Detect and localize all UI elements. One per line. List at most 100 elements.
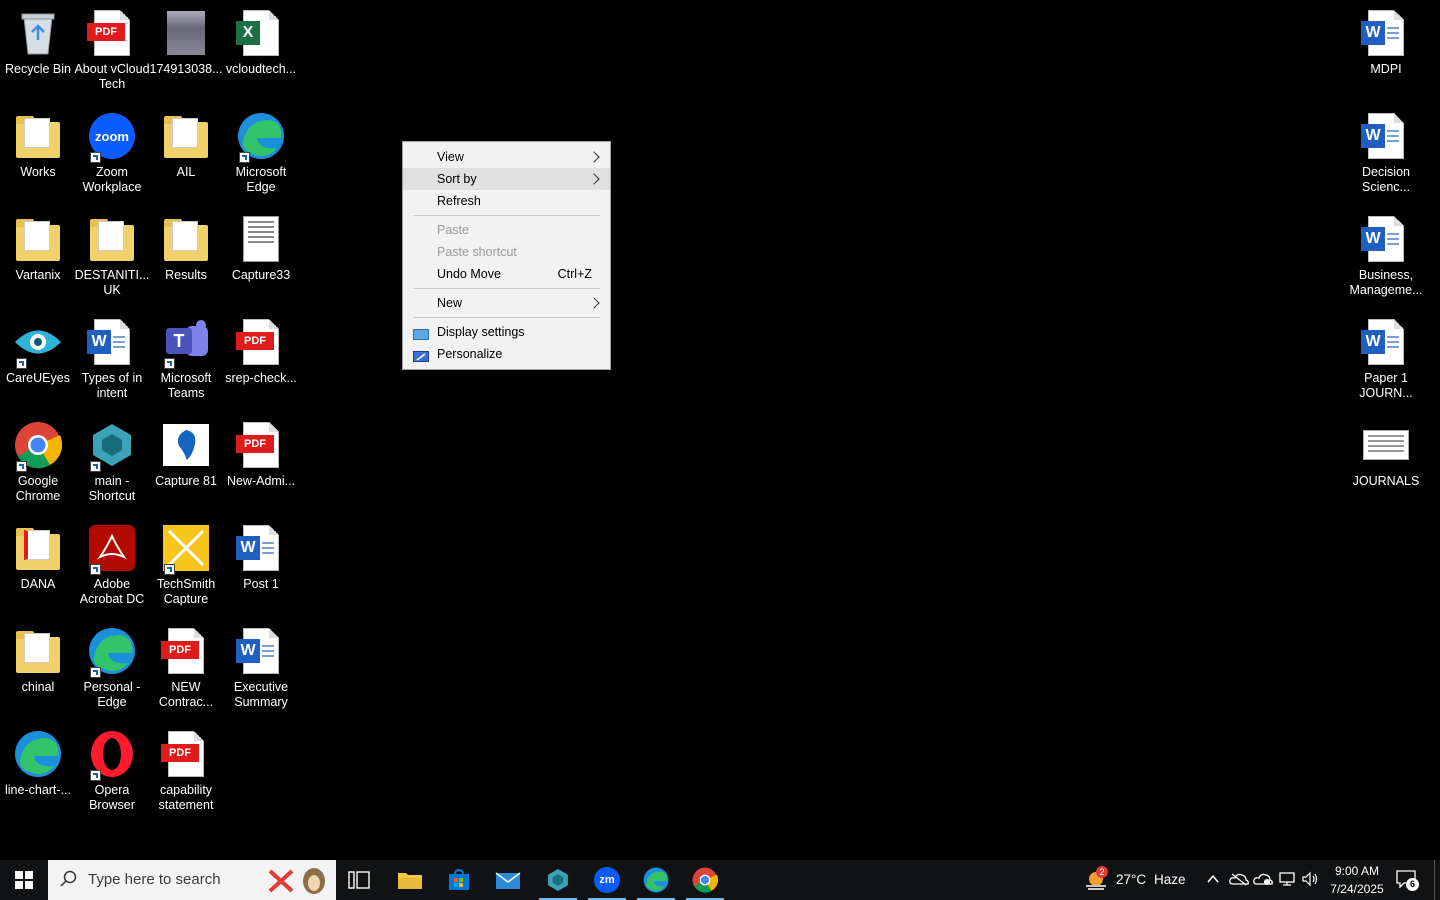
notification-count-badge: 6 bbox=[1406, 878, 1419, 891]
desktop-context-menu: View Sort by Refresh Paste Paste shortcu… bbox=[402, 141, 611, 370]
word-file-icon: W bbox=[1361, 317, 1411, 367]
word-file-icon: W bbox=[1361, 111, 1411, 161]
weather-widget[interactable]: 2 27°C Haze bbox=[1080, 860, 1192, 900]
taskbar-zoom[interactable]: zm bbox=[584, 860, 630, 900]
menu-item-new[interactable]: New bbox=[403, 292, 610, 314]
desktop-icon-works[interactable]: Works bbox=[0, 105, 76, 205]
shortcut-arrow-icon bbox=[239, 152, 250, 163]
menu-separator bbox=[413, 215, 600, 216]
show-desktop-button[interactable] bbox=[1434, 860, 1440, 900]
desktop-icon-ail[interactable]: AIL bbox=[148, 105, 224, 205]
desktop-icon-vartanix[interactable]: Vartanix bbox=[0, 208, 76, 308]
desktop-icon-label: JOURNALS bbox=[1352, 474, 1420, 488]
menu-item-label: Personalize bbox=[437, 347, 503, 361]
search-icon bbox=[60, 870, 78, 892]
folder-icon bbox=[398, 873, 422, 889]
desktop-icon-174913038[interactable]: 174913038... bbox=[148, 2, 224, 102]
folder-icon bbox=[87, 214, 137, 264]
desktop-icon-main-shortcut[interactable]: main - Shortcut bbox=[74, 414, 150, 514]
shortcut-arrow-icon bbox=[16, 461, 27, 472]
volume-icon[interactable] bbox=[1301, 871, 1319, 892]
taskbar-edge[interactable] bbox=[633, 860, 679, 900]
desktop-icon-careueyes[interactable]: CareUEyes bbox=[0, 311, 76, 411]
cloud-sync-icon[interactable] bbox=[1253, 872, 1273, 891]
desktop-icon-about-vcloud-tech[interactable]: PDF About vCloud Tech bbox=[74, 2, 150, 102]
desktop-icon-label: NEW Contrac... bbox=[158, 680, 214, 709]
desktop-icon-capability-statement[interactable]: PDF capability statement bbox=[148, 723, 224, 823]
desktop-icon-personal-edge[interactable]: Personal - Edge bbox=[74, 620, 150, 720]
notification-center-button[interactable]: 6 bbox=[1396, 870, 1419, 891]
chrome-icon bbox=[692, 867, 718, 893]
desktop-icon-srep-check[interactable]: PDF srep-check... bbox=[223, 311, 299, 411]
desktop-icon-chinal[interactable]: chinal bbox=[0, 620, 76, 720]
onedrive-icon[interactable] bbox=[1229, 872, 1249, 891]
desktop-icon-label: Executive Summary bbox=[233, 680, 289, 709]
task-view-button[interactable] bbox=[336, 860, 382, 900]
desktop-icon-label: About vCloud Tech bbox=[74, 62, 150, 91]
shortcut-arrow-icon bbox=[90, 152, 101, 163]
desktop-icon-types-of-in-intent[interactable]: W Types of in intent bbox=[74, 311, 150, 411]
desktop-icon-label: Works bbox=[20, 165, 56, 179]
app-icon bbox=[87, 420, 137, 472]
taskbar-file-explorer[interactable] bbox=[387, 860, 433, 900]
desktop-icon-paper-1-journ[interactable]: W Paper 1 JOURN... bbox=[1348, 311, 1424, 411]
taskbar-mail[interactable] bbox=[485, 860, 531, 900]
shortcut-arrow-icon bbox=[16, 358, 27, 369]
desktop-icon-journals[interactable]: JOURNALS bbox=[1348, 414, 1424, 514]
desktop-icon-results[interactable]: Results bbox=[148, 208, 224, 308]
taskbar-app-main[interactable] bbox=[535, 860, 581, 900]
menu-item-sort-by[interactable]: Sort by bbox=[403, 168, 610, 190]
desktop-icon-new-contrac[interactable]: PDF NEW Contrac... bbox=[148, 620, 224, 720]
menu-item-refresh[interactable]: Refresh bbox=[403, 190, 610, 212]
desktop-icon-microsoft-teams[interactable]: T Microsoft Teams bbox=[148, 311, 224, 411]
desktop[interactable]: Recycle Bin Works Vartanix CareUEyes Goo… bbox=[0, 0, 1440, 860]
menu-item-paste: Paste bbox=[403, 219, 610, 241]
taskbar-search-box[interactable]: Type here to search bbox=[48, 860, 336, 900]
desktop-icon-destaniti-uk[interactable]: DESTANITI... UK bbox=[74, 208, 150, 308]
desktop-icon-post-1[interactable]: W Post 1 bbox=[223, 517, 299, 617]
desktop-icon-google-chrome[interactable]: Google Chrome bbox=[0, 414, 76, 514]
show-hidden-icons-chevron-icon[interactable] bbox=[1206, 872, 1220, 891]
desktop-icon-label: Google Chrome bbox=[15, 474, 61, 503]
desktop-icon-capture-81[interactable]: Capture 81 bbox=[148, 414, 224, 514]
image-thumbnail-icon bbox=[236, 214, 286, 264]
desktop-icon-microsoft-edge[interactable]: Microsoft Edge bbox=[223, 105, 299, 205]
desktop-icon-dana[interactable]: DANA bbox=[0, 517, 76, 617]
network-icon[interactable] bbox=[1278, 871, 1296, 892]
desktop-icon-zoom-workplace[interactable]: zoom Zoom Workplace bbox=[74, 105, 150, 205]
taskbar-clock[interactable]: 9:00 AM 7/24/2025 bbox=[1328, 862, 1386, 898]
desktop-icon-business-manageme[interactable]: W Business, Manageme... bbox=[1348, 208, 1424, 308]
desktop-icon-decision-scienc[interactable]: W Decision Scienc... bbox=[1348, 105, 1424, 205]
desktop-icon-label: DESTANITI... UK bbox=[74, 268, 150, 297]
techsmith-icon bbox=[161, 523, 211, 575]
start-button[interactable] bbox=[0, 860, 48, 900]
desktop-icon-line-chart[interactable]: line-chart-... bbox=[0, 723, 76, 823]
desktop-icon-techsmith-capture[interactable]: TechSmith Capture bbox=[148, 517, 224, 617]
menu-item-personalize[interactable]: Personalize bbox=[403, 343, 610, 365]
desktop-icon-adobe-acrobat-dc[interactable]: Adobe Acrobat DC bbox=[74, 517, 150, 617]
taskbar-chrome[interactable] bbox=[682, 860, 728, 900]
desktop-icon-vcloudtech[interactable]: X vcloudtech... bbox=[223, 2, 299, 102]
folder-icon bbox=[13, 626, 63, 676]
excel-file-icon: X bbox=[236, 8, 286, 58]
desktop-icon-label: Capture33 bbox=[231, 268, 291, 282]
desktop-icon-mdpi[interactable]: W MDPI bbox=[1348, 2, 1424, 102]
desktop-icon-label: Personal - Edge bbox=[83, 680, 141, 709]
word-file-icon: W bbox=[236, 523, 286, 573]
desktop-icon-new-admi[interactable]: PDF New-Admi... bbox=[223, 414, 299, 514]
task-view-icon bbox=[348, 871, 370, 889]
menu-item-display-settings[interactable]: Display settings bbox=[403, 321, 610, 343]
menu-item-undo-move[interactable]: Undo Move Ctrl+Z bbox=[403, 263, 610, 285]
desktop-icon-opera-browser[interactable]: Opera Browser bbox=[74, 723, 150, 823]
image-thumbnail-icon bbox=[161, 420, 211, 470]
desktop-icon-capture33[interactable]: Capture33 bbox=[223, 208, 299, 308]
desktop-icon-executive-summary[interactable]: W Executive Summary bbox=[223, 620, 299, 720]
desktop-icon-label: TechSmith Capture bbox=[156, 577, 216, 606]
menu-item-view[interactable]: View bbox=[403, 146, 610, 168]
taskbar-microsoft-store[interactable] bbox=[436, 860, 482, 900]
desktop-icon-label: srep-check... bbox=[225, 371, 297, 385]
word-file-icon: W bbox=[236, 626, 286, 676]
acrobat-icon bbox=[87, 523, 137, 575]
pdf-file-icon: PDF bbox=[87, 8, 137, 58]
desktop-icon-recycle-bin[interactable]: Recycle Bin bbox=[0, 2, 76, 102]
